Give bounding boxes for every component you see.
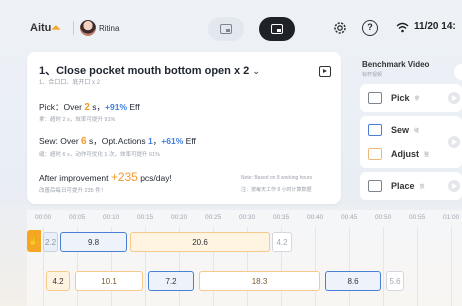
- sew-icon: [368, 124, 382, 136]
- grid-line: [417, 227, 418, 306]
- note-subtext: 注：按每天工作 8 小时计算数据: [241, 187, 312, 193]
- time-tick: 00:35: [273, 214, 290, 221]
- timeline-segment[interactable]: 10.1: [75, 271, 143, 291]
- pick-summary: Pick：Over 2 s，+91% Eff: [39, 101, 140, 113]
- pick-prefix: Pick：Over: [39, 102, 85, 112]
- logo-text: Aitu: [30, 22, 52, 34]
- sew-summary: Sew: Over 6 s，Opt.Actions 1，+61% Eff: [39, 135, 196, 147]
- timeline-segment[interactable]: 9.8: [60, 232, 127, 252]
- hand-pick-icon: [368, 92, 382, 104]
- play-icon[interactable]: [448, 92, 460, 104]
- benchmark-item-label: Sew: [391, 125, 410, 135]
- timeline: 00:00 00:05 00:10 00:15 00:20 00:25 00:3…: [27, 210, 462, 306]
- place-icon: [368, 180, 382, 192]
- hand-icon: ✋: [27, 230, 41, 252]
- user-name: Ritina: [99, 24, 120, 33]
- time-tick: 00:05: [69, 214, 86, 221]
- pick-unit: s，: [89, 102, 106, 112]
- play-icon[interactable]: [448, 136, 460, 148]
- benchmark-item-label: Adjust: [391, 149, 419, 159]
- video-screen-icon: [271, 24, 283, 34]
- play-video-icon[interactable]: [319, 66, 331, 77]
- grid-line: [383, 227, 384, 306]
- time-tick: 00:55: [409, 214, 426, 221]
- timeline-segment[interactable]: 7.2: [148, 271, 194, 291]
- time-tick: 00:25: [205, 214, 222, 221]
- chevron-down-icon[interactable]: ⌄: [252, 66, 260, 76]
- improvement-subtext: 改善后每日可提升 235 件！: [39, 188, 107, 194]
- benchmark-item-label: Pick: [391, 93, 410, 103]
- improvement-summary: After improvement +235 pcs/day!: [39, 170, 172, 184]
- timeline-segment[interactable]: 4.2: [46, 271, 70, 291]
- benchmark-subtitle: 标杆视频: [362, 72, 383, 78]
- pick-subtext: 拿：超时 2 s，效率可提升 91%: [39, 117, 116, 123]
- benchmark-item-tag: 整: [424, 151, 430, 158]
- grid-line: [349, 227, 350, 306]
- gear-icon[interactable]: [332, 20, 348, 36]
- time-tick: 01:00: [443, 214, 460, 221]
- app-logo: Aitu⏶: [30, 22, 60, 35]
- sew-sep: ，: [152, 136, 162, 146]
- help-icon[interactable]: ?: [362, 20, 378, 36]
- time-tick: 00:10: [103, 214, 120, 221]
- adjust-icon: [368, 148, 382, 160]
- timeline-segment[interactable]: 18.3: [199, 271, 320, 291]
- time-tick: 00:50: [375, 214, 392, 221]
- sew-subtext: 缝：超时 6 s，动作可优化 1 次，效率可提升 61%: [39, 152, 161, 158]
- sew-mid: s，Opt.Actions: [86, 136, 149, 146]
- timeline-segment[interactable]: 5.6: [386, 271, 404, 291]
- pick-eff-label: Eff: [127, 102, 140, 112]
- improvement-prefix: After improvement: [39, 173, 111, 183]
- benchmark-item-place[interactable]: Place 放: [360, 172, 462, 200]
- timeline-segment[interactable]: 4.2: [272, 232, 292, 252]
- wifi-icon: [396, 22, 409, 33]
- step-card: 1、Close pocket mouth bottom open x 2 ⌄ 1…: [27, 52, 341, 204]
- panel-toggle-button[interactable]: [454, 64, 462, 80]
- grid-line: [451, 227, 452, 306]
- sew-prefix: Sew: Over: [39, 136, 82, 146]
- screen-icon: [220, 24, 232, 34]
- time-tick: 00:00: [35, 214, 52, 221]
- time-tick: 00:15: [137, 214, 154, 221]
- benchmark-panel: Benchmark Video 标杆视频 Pick 拿 Sew 缝 Adjust 整 …: [354, 52, 462, 204]
- screen-mode-button[interactable]: [208, 17, 244, 41]
- divider: [73, 21, 74, 35]
- logo-mark-icon: ⏶: [51, 22, 61, 34]
- timeline-segment[interactable]: 2.2: [43, 232, 58, 252]
- video-mode-button[interactable]: [259, 17, 295, 41]
- benchmark-item-tag: 缝: [414, 127, 420, 134]
- benchmark-item-tag: 拿: [414, 95, 420, 102]
- time-tick: 00:40: [307, 214, 324, 221]
- sew-eff-label: Eff: [183, 136, 196, 146]
- benchmark-item-label: Place: [391, 181, 415, 191]
- timeline-segment[interactable]: 8.6: [325, 271, 381, 291]
- note-text: Note: Based on 8 working hours: [241, 175, 313, 181]
- sew-eff-pct: +61%: [161, 136, 184, 146]
- time-tick: 00:30: [239, 214, 256, 221]
- grid-line: [315, 227, 316, 306]
- step-subtitle: 1、合口口、底开口 x 2: [39, 80, 101, 86]
- improvement-value: +235: [110, 170, 138, 184]
- benchmark-item-sew-adjust[interactable]: Sew 缝 Adjust 整: [360, 116, 462, 168]
- time-tick: 00:20: [171, 214, 188, 221]
- clock: 11/20 14:: [414, 21, 456, 32]
- improvement-suffix: pcs/day!: [137, 173, 172, 183]
- avatar[interactable]: [80, 20, 96, 36]
- pick-eff-pct: +91%: [105, 102, 128, 112]
- timeline-segment[interactable]: 20.6: [130, 232, 270, 252]
- play-icon[interactable]: [448, 180, 460, 192]
- step-title[interactable]: 1、Close pocket mouth bottom open x 2 ⌄: [39, 62, 260, 78]
- time-tick: 00:45: [341, 214, 358, 221]
- benchmark-title: Benchmark Video: [362, 60, 430, 69]
- benchmark-item-pick[interactable]: Pick 拿: [360, 84, 462, 112]
- step-title-text: 1、Close pocket mouth bottom open x 2: [39, 65, 250, 77]
- benchmark-item-tag: 放: [419, 183, 425, 190]
